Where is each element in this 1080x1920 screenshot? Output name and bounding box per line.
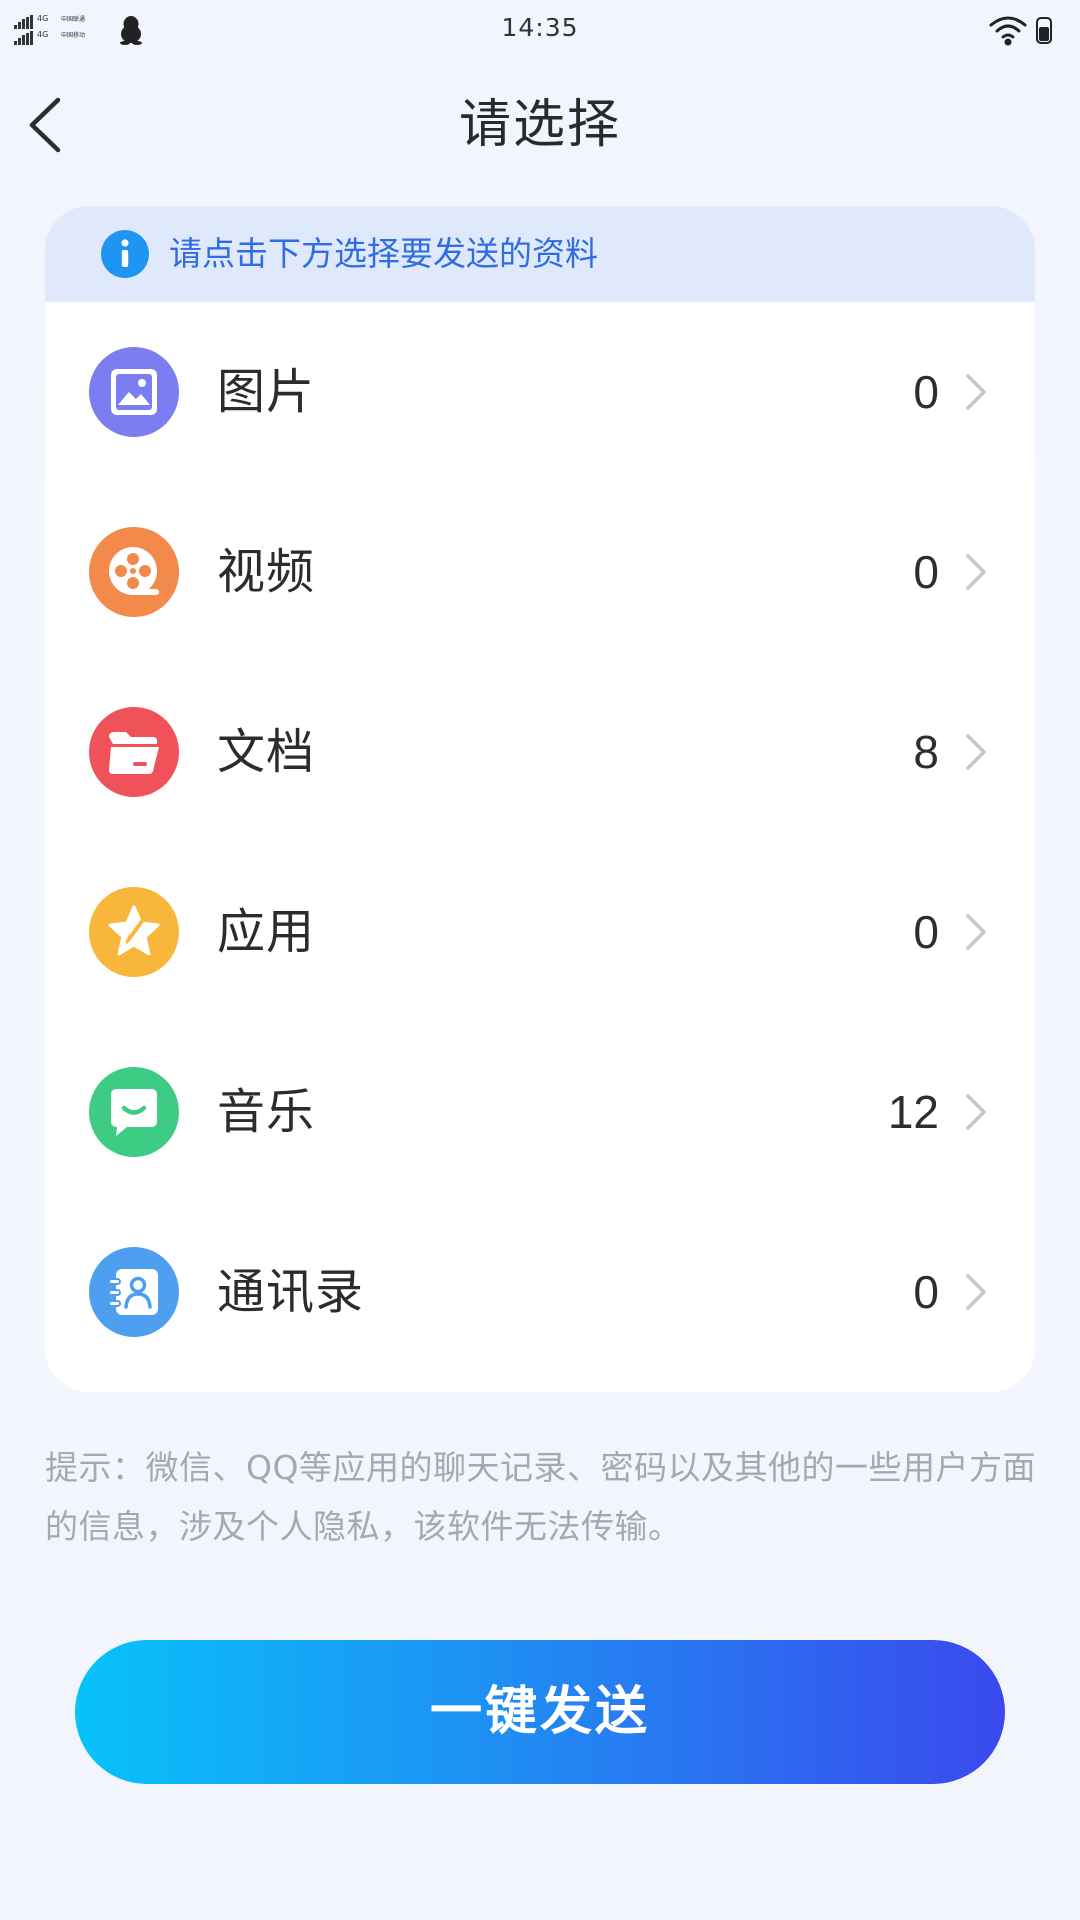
contact-card-icon <box>89 1247 179 1337</box>
item-count: 0 <box>913 366 939 418</box>
status-time: 14:35 <box>501 13 579 42</box>
tip-banner: 请点击下方选择要发送的资料 <box>45 206 1035 302</box>
list-item-music[interactable]: 音乐 12 <box>45 1022 1035 1202</box>
chevron-right-icon <box>966 1094 986 1130</box>
page-title: 请选择 <box>458 95 621 155</box>
send-button-label: 一键发送 <box>429 1682 650 1742</box>
privacy-hint: 提示：微信、QQ等应用的聊天记录、密码以及其他的一些用户方面的信息，涉及个人隐私… <box>45 1448 1036 1546</box>
item-count: 0 <box>913 906 939 958</box>
folder-icon <box>89 707 179 797</box>
item-count: 12 <box>887 1086 939 1138</box>
chat-bubble-icon <box>89 1067 179 1157</box>
item-label: 文档 <box>217 724 316 780</box>
list-item-videos[interactable]: 视频 0 <box>45 482 1035 662</box>
chevron-right-icon <box>966 554 986 590</box>
battery-icon <box>1036 17 1052 44</box>
wifi-icon <box>989 16 1027 46</box>
list-item-images[interactable]: 图片 0 <box>45 302 1035 482</box>
image-icon <box>89 347 179 437</box>
status-bar: 4G 中国联通 4G 中国移动 14:35 <box>0 0 1080 58</box>
chevron-right-icon <box>966 1274 986 1310</box>
send-button[interactable]: 一键发送 <box>75 1640 1005 1784</box>
item-label: 音乐 <box>217 1084 316 1140</box>
item-label: 应用 <box>217 904 316 960</box>
chevron-right-icon <box>966 734 986 770</box>
item-count: 8 <box>913 726 939 778</box>
chevron-right-icon <box>966 914 986 950</box>
list-item-documents[interactable]: 文档 8 <box>45 662 1035 842</box>
item-label: 视频 <box>217 544 316 600</box>
header: 请选择 <box>0 70 1080 180</box>
item-count: 0 <box>913 546 939 598</box>
tip-text: 请点击下方选择要发送的资料 <box>169 234 598 273</box>
selection-card: 请点击下方选择要发送的资料 图片 0 视频 0 文档 8 应用 0 音乐 12 … <box>45 206 1035 1392</box>
list-item-apps[interactable]: 应用 0 <box>45 842 1035 1022</box>
film-reel-icon <box>89 527 179 617</box>
list-item-contacts[interactable]: 通讯录 0 <box>45 1202 1035 1382</box>
info-icon <box>101 230 149 278</box>
star-pen-icon <box>89 887 179 977</box>
chevron-right-icon <box>966 374 986 410</box>
item-label: 通讯录 <box>217 1264 365 1320</box>
item-label: 图片 <box>217 364 316 420</box>
item-count: 0 <box>913 1266 939 1318</box>
